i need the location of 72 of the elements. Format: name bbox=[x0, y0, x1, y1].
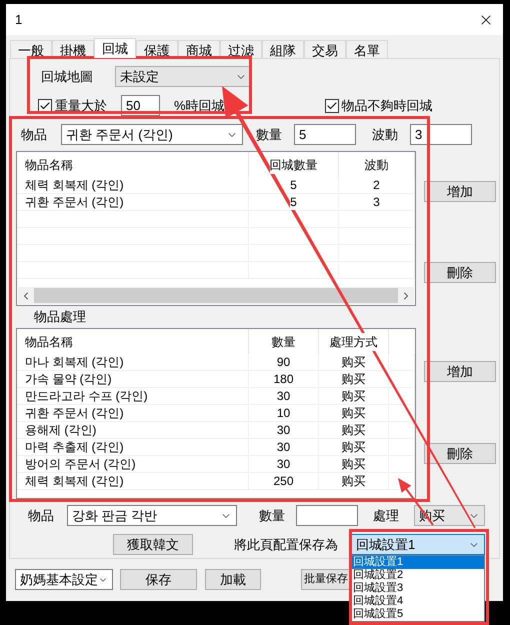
action-button[interactable]: 刪除 bbox=[424, 443, 496, 464]
tab[interactable]: 一般 bbox=[10, 40, 52, 58]
action-button[interactable]: 保存 bbox=[120, 568, 197, 590]
table-cell: 5 bbox=[290, 178, 297, 192]
table-cell: 购买 bbox=[342, 354, 366, 370]
table-cell: 30 bbox=[276, 388, 290, 404]
field-label: 處理 bbox=[373, 506, 399, 525]
dropdown-option[interactable]: 回城設置1 bbox=[352, 556, 484, 569]
dropdown[interactable]: 回城設置1 bbox=[351, 534, 485, 555]
dropdown[interactable]: 귀환 주문서 (각인) bbox=[61, 124, 243, 145]
tab[interactable]: 組隊 bbox=[262, 40, 304, 58]
input-field[interactable] bbox=[296, 505, 358, 526]
action-button[interactable]: 加載 bbox=[205, 568, 261, 590]
column-header[interactable]: 處理方式 bbox=[330, 332, 378, 350]
action-button[interactable]: 增加 bbox=[424, 361, 496, 382]
table-cell: 30 bbox=[276, 422, 290, 438]
dropdown[interactable]: 강화 판금 각반 bbox=[67, 505, 237, 526]
field-label: 重量大於 bbox=[55, 96, 107, 115]
checkbox[interactable] bbox=[38, 98, 52, 112]
table-cell: 체력 회복제 (각인) bbox=[25, 178, 124, 192]
field-label: %時回城 bbox=[174, 96, 225, 115]
table-cell: 购买 bbox=[342, 474, 366, 488]
field-label: 數量 bbox=[256, 126, 282, 144]
table-cell: 10 bbox=[276, 406, 290, 420]
scrollbar-thumb[interactable] bbox=[34, 288, 398, 303]
field-label: 物品不夠時回城 bbox=[342, 96, 433, 115]
table-cell: 용해제 (각인) bbox=[25, 422, 96, 438]
table-cell: 마나 회복제 (각인) bbox=[25, 354, 124, 370]
table-cell: 购买 bbox=[342, 372, 366, 386]
table-cell: 귀환 주문서 (각인) bbox=[25, 406, 124, 420]
tab[interactable]: 过滤 bbox=[220, 40, 262, 58]
action-button[interactable]: 刪除 bbox=[424, 262, 496, 283]
table-cell: 购买 bbox=[342, 406, 366, 420]
table-cell: 마력 추출제 (각인) bbox=[25, 440, 124, 454]
table-cell: 250 bbox=[273, 474, 294, 488]
field-label: 將此頁配置保存為 bbox=[234, 536, 338, 554]
table-cell: 购买 bbox=[342, 422, 366, 438]
table-cell: 귀환 주문서 (각인) bbox=[25, 194, 124, 210]
tab[interactable]: 回城 bbox=[94, 38, 136, 58]
table-cell: 180 bbox=[273, 372, 294, 386]
check-icon bbox=[39, 100, 51, 112]
table-cell: 购买 bbox=[342, 456, 366, 472]
field-label: 數量 bbox=[259, 506, 285, 525]
table-cell: 30 bbox=[276, 440, 290, 454]
table-cell: 90 bbox=[276, 354, 290, 370]
field-label: 波動 bbox=[372, 126, 398, 144]
table-cell: 购买 bbox=[342, 440, 366, 454]
table-cell: 3 bbox=[373, 194, 380, 210]
table-cell: 가속 물약 (각인) bbox=[25, 372, 112, 386]
input-field[interactable]: 3 bbox=[410, 124, 472, 145]
table-cell: 购买 bbox=[342, 388, 366, 404]
table-cell: 방어의 주문서 (각인) bbox=[25, 456, 136, 472]
dropdown[interactable]: 奶媽基本設定 bbox=[15, 569, 113, 590]
table-cell: 체력 회복제 (각인) bbox=[25, 474, 124, 488]
table-cell: 30 bbox=[276, 456, 290, 472]
check-icon bbox=[326, 100, 338, 112]
tab[interactable]: 名單 bbox=[346, 40, 388, 58]
field-label: 物品處理 bbox=[34, 308, 86, 326]
table-cell: 5 bbox=[290, 194, 297, 210]
action-button[interactable]: 增加 bbox=[424, 181, 496, 202]
field-label: 回城地圖 bbox=[41, 68, 93, 86]
action-button[interactable]: 獲取韓文 bbox=[113, 534, 193, 555]
input-field[interactable]: 5 bbox=[294, 124, 356, 145]
window-title: 1 bbox=[15, 10, 22, 29]
action-button[interactable]: 批量保存 bbox=[301, 569, 350, 590]
table-cell: 만드라고라 수프 (각인) bbox=[25, 388, 148, 404]
field-label: 物品 bbox=[28, 506, 54, 525]
field-label: 物品 bbox=[21, 126, 47, 144]
checkbox[interactable] bbox=[324, 98, 339, 112]
dropdown[interactable]: 未設定 bbox=[115, 66, 252, 87]
horizontal-scrollbar[interactable] bbox=[18, 287, 414, 304]
tab[interactable]: 交易 bbox=[304, 40, 346, 58]
